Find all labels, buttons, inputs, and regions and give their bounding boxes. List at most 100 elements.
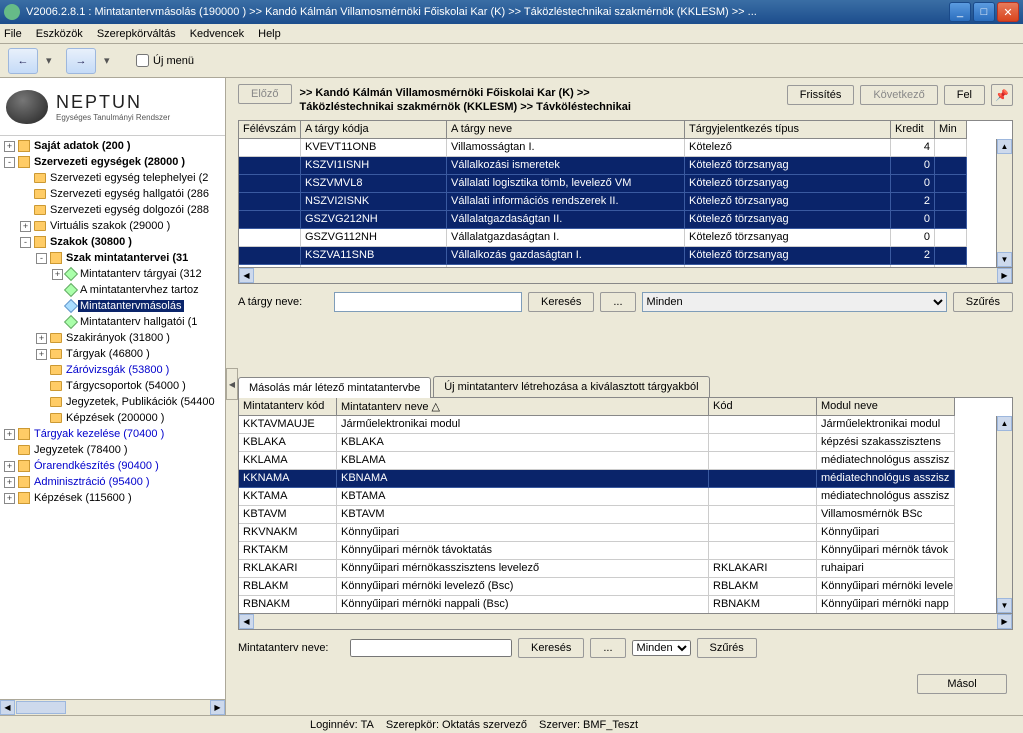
lower-filter-input[interactable] bbox=[350, 639, 512, 657]
menu-file[interactable]: File bbox=[4, 28, 22, 40]
tree-node[interactable]: -Szervezeti egységek (28000 ) bbox=[0, 154, 225, 170]
menu-help[interactable]: Help bbox=[258, 28, 281, 40]
menu-roles[interactable]: Szerepkörváltás bbox=[97, 28, 176, 40]
tab-create-new[interactable]: Új mintatanterv létrehozása a kiválaszto… bbox=[433, 376, 709, 397]
expand-icon[interactable]: + bbox=[20, 221, 31, 232]
forward-menu-chevron[interactable]: ▾ bbox=[104, 48, 116, 74]
sidebar-hscroll[interactable]: ◀ ▶ bbox=[0, 699, 225, 715]
expand-icon[interactable]: - bbox=[36, 253, 47, 264]
tree-node[interactable]: -Szakok (30800 ) bbox=[0, 234, 225, 250]
back-menu-chevron[interactable]: ▾ bbox=[46, 48, 58, 74]
scroll-right-icon[interactable]: ▶ bbox=[997, 614, 1012, 629]
scroll-right-icon[interactable]: ▶ bbox=[997, 268, 1012, 283]
table-row[interactable]: KKLAMAKBLAMAmédiatechnológus asszisz bbox=[239, 452, 1012, 470]
expand-icon[interactable]: + bbox=[4, 477, 15, 488]
expand-icon[interactable]: - bbox=[4, 157, 15, 168]
expand-icon[interactable]: + bbox=[4, 461, 15, 472]
lower-filter-select[interactable]: Minden bbox=[632, 640, 691, 656]
close-button[interactable]: ✕ bbox=[997, 2, 1019, 22]
upper-filter-select[interactable]: Minden bbox=[642, 292, 947, 312]
upper-grid-vscroll[interactable]: ▲ ▼ bbox=[996, 139, 1012, 267]
tree-node[interactable]: A mintatantervhez tartoz bbox=[0, 282, 225, 298]
table-row[interactable]: KVEVT11ONBVillamosságtan I.Kötelező4 bbox=[239, 139, 1012, 157]
table-row[interactable]: RKTAKMKönnyűipari mérnök távoktatásKönny… bbox=[239, 542, 1012, 560]
expand-icon[interactable]: + bbox=[52, 269, 63, 280]
table-row[interactable]: RKLAKARIKönnyűipari mérnökasszisztens le… bbox=[239, 560, 1012, 578]
tree-node[interactable]: Szervezeti egység hallgatói (286 bbox=[0, 186, 225, 202]
lower-search-button[interactable]: Keresés bbox=[518, 638, 584, 658]
upper-filter-input[interactable] bbox=[334, 292, 522, 312]
column-header[interactable]: A tárgy kódja bbox=[301, 121, 447, 139]
copy-button[interactable]: Másol bbox=[917, 674, 1007, 694]
tree-node[interactable]: +Szakirányok (31800 ) bbox=[0, 330, 225, 346]
expand-icon[interactable]: + bbox=[36, 349, 47, 360]
tree-node[interactable]: +Tárgyak (46800 ) bbox=[0, 346, 225, 362]
tree-node[interactable]: -Szak mintatantervei (31 bbox=[0, 250, 225, 266]
table-row[interactable]: KKNAMAKBNAMAmédiatechnológus asszisz bbox=[239, 470, 1012, 488]
column-header[interactable]: Kredit bbox=[891, 121, 935, 139]
scroll-right-icon[interactable]: ▶ bbox=[210, 700, 225, 715]
table-row[interactable]: RKVNAKMKönnyűipariKönnyűipari bbox=[239, 524, 1012, 542]
upper-search-button[interactable]: Keresés bbox=[528, 292, 594, 312]
expand-icon[interactable]: + bbox=[4, 429, 15, 440]
next-button[interactable]: Következő bbox=[860, 85, 937, 105]
table-row[interactable]: KKTAVMAUJEJárműelektronikai modulJárműel… bbox=[239, 416, 1012, 434]
forward-button[interactable]: → bbox=[66, 48, 96, 74]
tree-node[interactable]: Mintatanterv hallgatói (1 bbox=[0, 314, 225, 330]
scroll-thumb[interactable] bbox=[16, 701, 66, 714]
lower-grid-vscroll[interactable]: ▲ ▼ bbox=[996, 416, 1012, 613]
scroll-up-icon[interactable]: ▲ bbox=[997, 416, 1012, 431]
prev-button[interactable]: Előző bbox=[238, 84, 292, 104]
table-row[interactable]: KSZVI1ISNHVállalkozási ismeretekKötelező… bbox=[239, 157, 1012, 175]
column-header[interactable]: Mintatanterv neve △ bbox=[337, 398, 709, 416]
tree-node[interactable]: Jegyzetek, Publikációk (54400 bbox=[0, 394, 225, 410]
tree-node[interactable]: Mintatantervmásolás bbox=[0, 298, 225, 314]
tree-node[interactable]: Szervezeti egység dolgozói (288 bbox=[0, 202, 225, 218]
back-button[interactable]: ← bbox=[8, 48, 38, 74]
column-header[interactable]: Modul neve bbox=[817, 398, 955, 416]
column-header[interactable]: Mintatanterv kód bbox=[239, 398, 337, 416]
table-row[interactable]: KKTAMAKBTAMAmédiatechnológus asszisz bbox=[239, 488, 1012, 506]
table-row[interactable]: GSZVG212NHVállalatgazdaságtan II.Kötelez… bbox=[239, 211, 1012, 229]
tree-node[interactable]: +Órarendkészítés (90400 ) bbox=[0, 458, 225, 474]
tree-node[interactable]: +Virtuális szakok (29000 ) bbox=[0, 218, 225, 234]
nav-tree[interactable]: +Saját adatok (200 )-Szervezeti egységek… bbox=[0, 136, 225, 699]
table-row[interactable]: GSZVG112NHVállalatgazdaságtan I.Kötelező… bbox=[239, 229, 1012, 247]
upper-grid-hscroll[interactable]: ◀ ▶ bbox=[239, 267, 1012, 283]
scroll-down-icon[interactable]: ▼ bbox=[997, 252, 1012, 267]
tree-node[interactable]: Záróvizsgák (53800 ) bbox=[0, 362, 225, 378]
column-header[interactable]: Félévszám bbox=[239, 121, 301, 139]
expand-icon[interactable]: + bbox=[4, 493, 15, 504]
lower-grid[interactable]: Mintatanterv kódMintatanterv neve △KódMo… bbox=[238, 398, 1013, 630]
table-row[interactable]: KSZVA11SNBVállalkozás gazdaságtan I.Köte… bbox=[239, 247, 1012, 265]
tree-node[interactable]: +Tárgyak kezelése (70400 ) bbox=[0, 426, 225, 442]
column-header[interactable]: Tárgyjelentkezés típus bbox=[685, 121, 891, 139]
expand-icon[interactable]: + bbox=[36, 333, 47, 344]
new-menu-checkbox[interactable] bbox=[136, 54, 149, 67]
tree-node[interactable]: Jegyzetek (78400 ) bbox=[0, 442, 225, 458]
tree-node[interactable]: +Saját adatok (200 ) bbox=[0, 138, 225, 154]
table-row[interactable]: RBNAKMKönnyűipari mérnöki nappali (Bsc)R… bbox=[239, 596, 1012, 613]
tree-node[interactable]: +Képzések (115600 ) bbox=[0, 490, 225, 506]
scroll-up-icon[interactable]: ▲ bbox=[997, 139, 1012, 154]
splitter-handle[interactable] bbox=[226, 368, 238, 400]
refresh-button[interactable]: Frissítés bbox=[787, 85, 855, 105]
menu-tools[interactable]: Eszközök bbox=[36, 28, 83, 40]
lower-filter-button[interactable]: Szűrés bbox=[697, 638, 757, 658]
upper-browse-button[interactable]: ... bbox=[600, 292, 635, 312]
table-row[interactable]: KSZVMVL8Vállalati logisztika tömb, level… bbox=[239, 175, 1012, 193]
tree-node[interactable]: +Adminisztráció (95400 ) bbox=[0, 474, 225, 490]
tab-copy-existing[interactable]: Másolás már létező mintatantervbe bbox=[238, 377, 431, 398]
tree-node[interactable]: Szervezeti egység telephelyei (2 bbox=[0, 170, 225, 186]
expand-icon[interactable]: + bbox=[4, 141, 15, 152]
table-row[interactable]: NSZVI2ISNKVállalati információs rendszer… bbox=[239, 193, 1012, 211]
tree-node[interactable]: Tárgycsoportok (54000 ) bbox=[0, 378, 225, 394]
lower-grid-hscroll[interactable]: ◀ ▶ bbox=[239, 613, 1012, 629]
expand-icon[interactable]: - bbox=[20, 237, 31, 248]
up-button[interactable]: Fel bbox=[944, 85, 985, 105]
table-row[interactable]: KBTAVMKBTAVMVillamosmérnök BSc bbox=[239, 506, 1012, 524]
table-row[interactable]: RBLAKMKönnyűipari mérnöki levelező (Bsc)… bbox=[239, 578, 1012, 596]
tree-node[interactable]: Képzések (200000 ) bbox=[0, 410, 225, 426]
minimize-button[interactable]: _ bbox=[949, 2, 971, 22]
lower-browse-button[interactable]: ... bbox=[590, 638, 625, 658]
